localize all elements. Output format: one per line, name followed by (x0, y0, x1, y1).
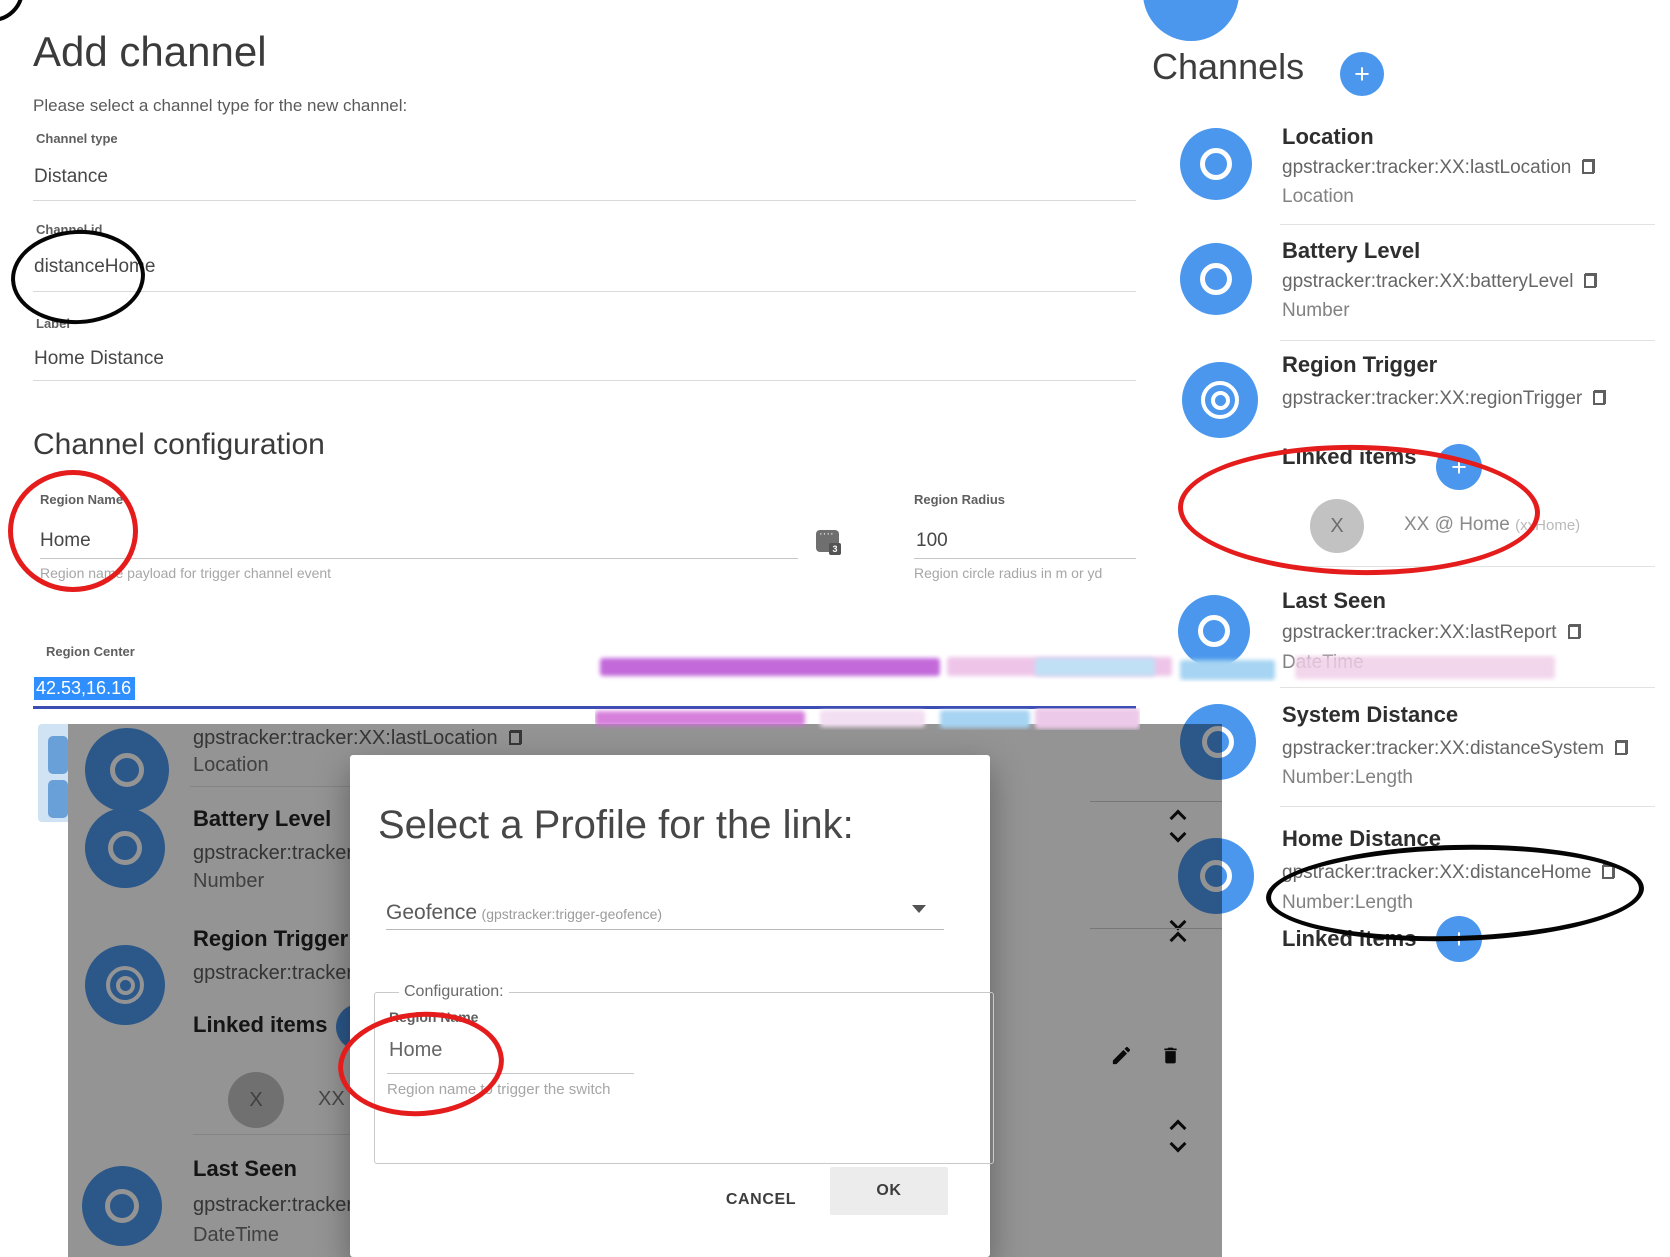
channel-uid: gpstracker:tracker:XX:distanceHome (1282, 862, 1615, 884)
channel-title: Battery Level (1282, 238, 1420, 264)
config-heading: Channel configuration (33, 428, 325, 462)
divider (387, 1073, 634, 1074)
channel-title: Location (1282, 124, 1374, 150)
intro-text: Please select a channel type for the new… (33, 96, 407, 116)
channel-icon-battery (1180, 243, 1252, 315)
thing-avatar-icon (1143, 0, 1239, 41)
cancel-button[interactable]: CANCEL (705, 1180, 817, 1220)
label-field-input[interactable]: Home Distance (34, 348, 164, 370)
dialog-heading: Select a Profile for the link: (378, 803, 854, 848)
channel-uid: gpstracker:tracker:XX:batteryLevel (1282, 271, 1597, 293)
channel-icon-region-trigger (1182, 362, 1258, 438)
profile-selected-value: Geofence (386, 901, 477, 924)
divider (1280, 340, 1655, 341)
divider (33, 380, 1136, 381)
channel-title: Home Distance (1282, 826, 1441, 852)
copy-icon[interactable] (1582, 159, 1595, 174)
channel-icon-location (1180, 128, 1252, 200)
channel-id-input[interactable]: distanceHome (34, 256, 155, 278)
channel-type: Location (1282, 186, 1354, 208)
blurred-blob (595, 711, 805, 726)
add-link-button[interactable]: + (1436, 444, 1482, 490)
select-profile-dialog: Select a Profile for the link: Geofence … (350, 755, 990, 1257)
linked-item-avatar: X (1310, 499, 1364, 553)
linked-items-heading: Linked items (1282, 926, 1416, 952)
add-link-button[interactable]: + (1436, 916, 1482, 962)
copy-icon[interactable] (1602, 864, 1615, 879)
linked-items-heading: Linked items (1282, 444, 1416, 470)
blurred-blob (1035, 658, 1155, 676)
profile-select[interactable]: Geofence (gpstracker:trigger-geofence) (386, 901, 662, 925)
blurred-blob (820, 710, 925, 727)
blurred-blob (1180, 660, 1275, 680)
pasted-screenshot-fragment (38, 724, 68, 822)
fragment-tile (48, 780, 68, 818)
blurred-blob (600, 658, 940, 676)
channel-uid: gpstracker:tracker:XX:lastReport (1282, 622, 1581, 644)
region-center-input[interactable]: 42.53,16.16 (34, 678, 135, 699)
annotation-black-arc-corner (0, 0, 24, 22)
divider (33, 200, 1136, 201)
blurred-content-strip (595, 708, 1140, 730)
region-name-label: Region Name (389, 1009, 478, 1025)
copy-icon[interactable] (1593, 390, 1606, 405)
divider (386, 929, 944, 930)
fieldset-legend: Configuration: (399, 983, 509, 1001)
region-center-label: Region Center (46, 644, 135, 659)
channel-id-label: Channel id (36, 222, 102, 237)
copy-icon[interactable] (1568, 624, 1581, 639)
divider (1280, 224, 1655, 225)
channel-uid: gpstracker:tracker:XX:regionTrigger (1282, 388, 1606, 410)
plus-icon: + (1354, 59, 1370, 90)
channel-title: System Distance (1282, 702, 1458, 728)
channel-uid: gpstracker:tracker:XX:lastLocation (1282, 157, 1595, 179)
blurred-blob (1295, 656, 1555, 679)
fragment-tile (48, 736, 68, 774)
channel-type: Number:Length (1282, 767, 1413, 789)
divider (914, 558, 1136, 559)
linked-item-suffix: (xxHome) (1515, 517, 1580, 534)
dropdown-caret-icon[interactable] (912, 905, 926, 913)
divider (1280, 566, 1655, 567)
region-name-input[interactable]: Home (40, 530, 91, 552)
extension-badge: 3 (829, 543, 841, 555)
profile-uid-hint: (gpstracker:trigger-geofence) (482, 906, 663, 922)
linked-item[interactable]: XX @ Home (xxHome) (1404, 514, 1580, 536)
channel-type-label: Channel type (36, 131, 118, 146)
circle-dot-icon (1201, 381, 1239, 419)
channel-title: Region Trigger (1282, 352, 1437, 378)
channel-type: Number (1282, 300, 1350, 322)
region-radius-label: Region Radius (914, 492, 1005, 507)
sidebar-heading: Channels (1152, 46, 1304, 88)
region-name-helper: Region name to trigger the switch (387, 1081, 610, 1098)
region-radius-input[interactable]: 100 (916, 530, 948, 552)
divider (33, 291, 1136, 292)
ok-button[interactable]: OK (830, 1167, 948, 1215)
region-name-input[interactable]: Home (389, 1039, 442, 1062)
blurred-blob (940, 710, 1030, 728)
password-extension-icon[interactable]: 3 (816, 530, 839, 552)
selected-text: 42.53,16.16 (34, 677, 135, 700)
blurred-blob (1035, 708, 1140, 729)
channel-type: Number:Length (1282, 892, 1413, 914)
page-title: Add channel (33, 28, 267, 76)
region-name-helper: Region name payload for trigger channel … (40, 565, 331, 581)
label-field-label: Label (36, 316, 70, 331)
channel-type-value[interactable]: Distance (34, 166, 108, 188)
blurred-content-strip (595, 654, 1570, 682)
configuration-fieldset: Configuration: Region Name Home Region n… (374, 983, 994, 1164)
copy-icon[interactable] (1584, 273, 1597, 288)
copy-icon[interactable] (1615, 740, 1628, 755)
region-name-label: Region Name (40, 492, 123, 507)
channel-uid: gpstracker:tracker:XX:distanceSystem (1282, 738, 1628, 760)
circle-icon (1200, 263, 1232, 295)
channel-title: Last Seen (1282, 588, 1386, 614)
divider (1280, 806, 1655, 807)
divider (40, 558, 798, 559)
circle-icon (1198, 615, 1230, 647)
divider (1280, 687, 1655, 688)
circle-icon (1200, 148, 1232, 180)
add-channel-button[interactable]: + (1340, 52, 1384, 96)
region-radius-helper: Region circle radius in m or yd (914, 565, 1102, 581)
